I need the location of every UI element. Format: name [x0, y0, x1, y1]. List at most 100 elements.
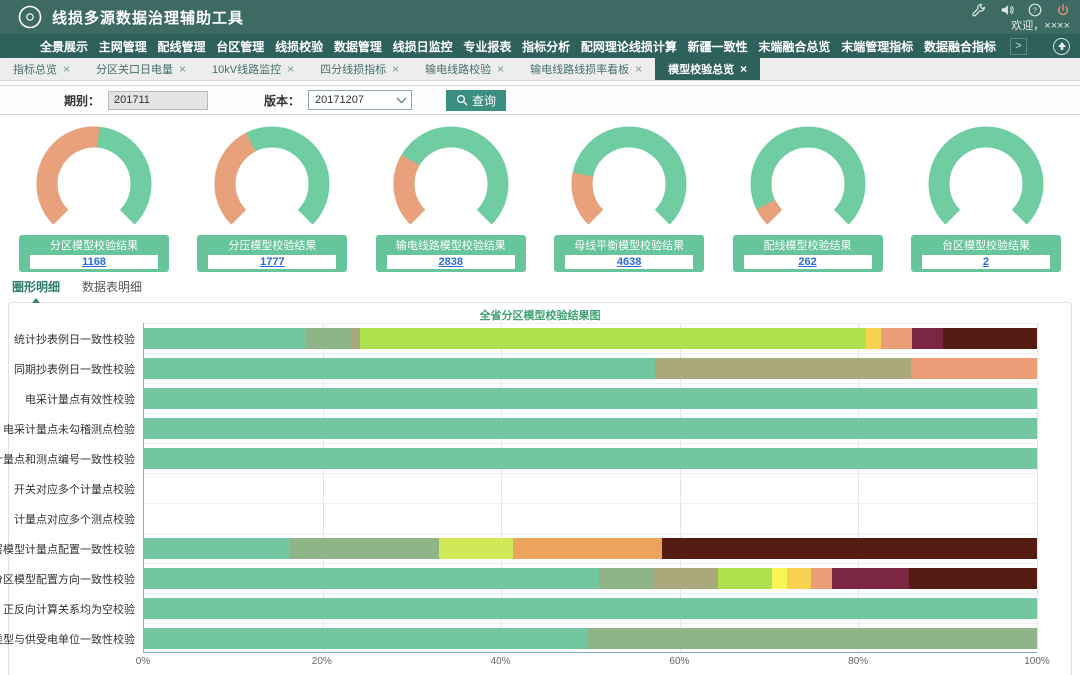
menu-item-5[interactable]: 数据管理 [334, 38, 382, 55]
bar-segment [513, 538, 662, 559]
category-label: 计量点对应多个测点校验 [14, 511, 135, 527]
bar-segment [811, 568, 832, 589]
gauge-ring-icon [554, 121, 704, 243]
category-label: 同期抄表例日一致性校验 [14, 361, 135, 377]
scroll-top-button[interactable] [1053, 38, 1070, 55]
gauge-card-4: 配线模型校验结果 262 [720, 121, 896, 272]
tab-close-icon[interactable]: × [179, 63, 186, 75]
gauge-label: 分压模型校验结果 [208, 237, 336, 253]
menu-item-12[interactable]: 末端管理指标 [841, 38, 913, 55]
power-icon[interactable] [1056, 3, 1070, 17]
x-tick-label: 100% [1024, 656, 1050, 667]
help-icon[interactable]: ? [1028, 3, 1042, 17]
bar-segment [866, 328, 880, 349]
tab-close-icon[interactable]: × [392, 63, 399, 75]
period-input[interactable] [108, 91, 208, 110]
welcome-text: 欢迎，×××× [1011, 17, 1070, 33]
gauge-value-box: 262 [744, 255, 872, 269]
gauge-ring-icon [376, 121, 526, 243]
menu-item-13[interactable]: 数据融合指标 [924, 38, 996, 55]
gauge-card-0: 分区模型校验结果 1168 [6, 121, 182, 272]
tab-close-icon[interactable]: × [740, 63, 747, 75]
menu-item-11[interactable]: 末端融合总览 [758, 38, 830, 55]
bar-segment [144, 568, 599, 589]
gauge-value-link[interactable]: 2838 [439, 256, 463, 268]
tab-close-icon[interactable]: × [63, 63, 70, 75]
bar-row-1: 同期抄表例日一致性校验 [144, 353, 1037, 383]
speaker-icon[interactable] [1000, 3, 1014, 17]
tab-table-detail[interactable]: 数据表明细 [82, 278, 142, 298]
bar-segment [144, 448, 1037, 469]
svg-text:?: ? [1033, 6, 1037, 15]
category-label: 电采计量点和测点编号一致性校验 [0, 451, 135, 467]
menu-item-3[interactable]: 台区管理 [216, 38, 264, 55]
detail-tabs: 圈形明细 数据表明细 [8, 278, 1072, 298]
tab-close-icon[interactable]: × [287, 63, 294, 75]
x-axis: 0%20%40%60%80%100% [143, 653, 1037, 669]
version-select[interactable]: 20171207 [308, 90, 412, 110]
gauge-value-box: 2 [922, 255, 1050, 269]
main-menu: 全景展示主网管理配线管理台区管理线损校验数据管理线损日监控专业报表指标分析配网理… [0, 34, 1080, 58]
x-tick-label: 0% [136, 656, 150, 667]
tab-label: 输电线路校验 [425, 61, 491, 77]
tab-5[interactable]: 输电线路线损率看板 × [517, 58, 655, 80]
tab-label: 输电线路线损率看板 [530, 61, 629, 77]
tab-1[interactable]: 分区关口日电量 × [83, 58, 199, 80]
search-button[interactable]: 查询 [446, 90, 506, 111]
bar-segment [787, 568, 811, 589]
tab-chart-detail[interactable]: 圈形明细 [12, 278, 60, 298]
bar-segment [144, 418, 1037, 439]
menu-item-7[interactable]: 专业报表 [463, 38, 511, 55]
gauge-card-2: 输电线路模型校验结果 2838 [363, 121, 539, 272]
chart-title: 全省分区模型校验结果图 [15, 307, 1065, 323]
menu-item-10[interactable]: 新疆一致性 [688, 38, 748, 55]
gauge-pill: 母线平衡模型校验结果 4638 [554, 235, 704, 272]
gauge-pill: 配线模型校验结果 262 [733, 235, 883, 272]
tab-6[interactable]: 模型校验总览× [655, 58, 760, 80]
gauge-row: 分区模型校验结果 1168 分压模型校验结果 1777 输电线路模型校验结果 2… [0, 115, 1080, 272]
menu-item-2[interactable]: 配线管理 [158, 38, 206, 55]
menu-item-9[interactable]: 配网理论线损计算 [581, 38, 677, 55]
query-panel: 期别： 版本： 20171207 查询 [0, 85, 1080, 115]
tab-label: 10kV线路监控 [212, 61, 281, 77]
bar-segment [943, 328, 1037, 349]
tab-label: 分区关口日电量 [96, 61, 173, 77]
menu-item-8[interactable]: 指标分析 [522, 38, 570, 55]
bar-segment [599, 568, 653, 589]
tab-2[interactable]: 10kV线路监控 × [199, 58, 307, 80]
tab-4[interactable]: 输电线路校验 × [412, 58, 517, 80]
bar-segment [360, 328, 866, 349]
x-tick-label: 80% [848, 656, 868, 667]
stacked-bar [144, 358, 1037, 379]
tab-0[interactable]: 指标总览× [0, 58, 83, 80]
gauge-value-link[interactable]: 2 [983, 256, 989, 268]
app-header: 线损多源数据治理辅助工具 ? 欢迎，×××× [0, 0, 1080, 34]
version-label: 版本： [264, 92, 300, 109]
menu-item-0[interactable]: 全景展示 [40, 38, 88, 55]
tab-label: 四分线损指标 [320, 61, 386, 77]
arrow-up-icon [1057, 41, 1067, 51]
bar-row-5: 开关对应多个计量点校验 [144, 473, 1037, 503]
tab-close-icon[interactable]: × [635, 63, 642, 75]
tab-3[interactable]: 四分线损指标 × [307, 58, 412, 80]
menu-item-6[interactable]: 线损日监控 [393, 38, 453, 55]
gauge-value-link[interactable]: 1777 [260, 256, 284, 268]
category-label: 分压分区模型配置方向一致性校验 [0, 571, 135, 587]
tools-icon[interactable] [972, 3, 986, 17]
gauge-value-link[interactable]: 262 [798, 256, 816, 268]
menu-item-4[interactable]: 线损校验 [275, 38, 323, 55]
gauge-value-link[interactable]: 1168 [82, 256, 106, 268]
category-label: 统计抄表例日一致性校验 [14, 331, 135, 347]
gauge-pill: 输电线路模型校验结果 2838 [376, 235, 526, 272]
tab-close-icon[interactable]: × [497, 63, 504, 75]
gauge-value-box: 4638 [565, 255, 693, 269]
bar-segment [306, 328, 352, 349]
stacked-bar [144, 508, 1037, 529]
bar-segment [144, 388, 1037, 409]
menu-more-button[interactable]: > [1010, 38, 1027, 55]
category-label: 电采计量点未勾稽测点检验 [3, 421, 135, 437]
gauge-pill: 分区模型校验结果 1168 [19, 235, 169, 272]
gauge-value-link[interactable]: 4638 [617, 256, 641, 268]
menu-item-1[interactable]: 主网管理 [99, 38, 147, 55]
bar-row-0: 统计抄表例日一致性校验 [144, 323, 1037, 353]
